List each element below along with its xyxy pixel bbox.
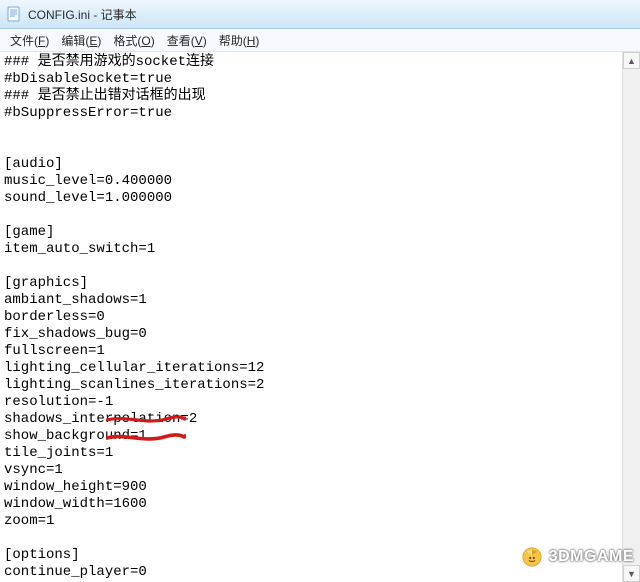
title-bar[interactable]: CONFIG.ini - 记事本: [0, 0, 640, 29]
menu-bar: 文件(F) 编辑(E) 格式(O) 查看(V) 帮助(H): [0, 29, 640, 52]
vertical-scrollbar[interactable]: ▲ ▼: [622, 52, 640, 582]
editor-area: ▲ ▼ 3DMGAME: [0, 52, 640, 582]
menu-file[interactable]: 文件(F): [4, 30, 55, 51]
window-title: CONFIG.ini - 记事本: [28, 6, 137, 23]
notepad-icon: [6, 6, 22, 22]
menu-view[interactable]: 查看(V): [161, 30, 213, 51]
menu-edit[interactable]: 编辑(E): [55, 30, 107, 51]
menu-format[interactable]: 格式(O): [107, 30, 160, 51]
scroll-up-icon[interactable]: ▲: [623, 52, 640, 69]
menu-help[interactable]: 帮助(H): [213, 30, 266, 51]
notepad-window: CONFIG.ini - 记事本 文件(F) 编辑(E) 格式(O) 查看(V)…: [0, 0, 640, 582]
scroll-down-icon[interactable]: ▼: [623, 565, 640, 582]
text-editor[interactable]: [0, 52, 640, 582]
